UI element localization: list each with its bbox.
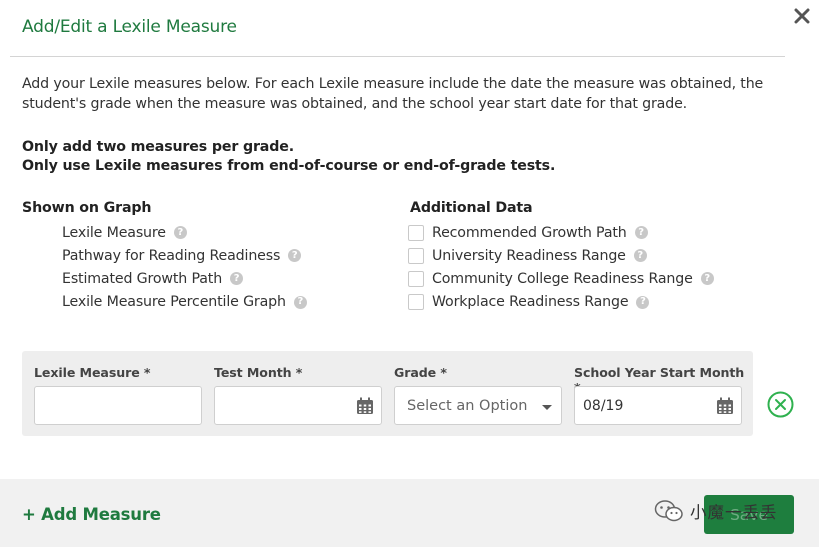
- grade-label: Grade *: [394, 365, 447, 380]
- help-icon[interactable]: ?: [636, 295, 650, 309]
- rule-end-of-course: Only use Lexile measures from end-of-cou…: [22, 158, 556, 174]
- watermark-text: 小魔一丢丢: [690, 503, 778, 522]
- graph-item-lexile-measure: Lexile Measure ?: [62, 221, 307, 244]
- help-icon[interactable]: ?: [288, 249, 302, 263]
- watermark: 小魔一丢丢: [654, 499, 778, 523]
- university-readiness-checkbox[interactable]: [408, 247, 424, 264]
- lexile-measure-field[interactable]: [34, 386, 202, 425]
- measure-entry-row: Lexile Measure * Test Month * Grade * Se…: [22, 351, 753, 436]
- recommended-growth-checkbox[interactable]: [408, 224, 424, 241]
- remove-measure-icon[interactable]: [767, 391, 794, 418]
- additional-data-list: Recommended Growth Path ? University Rea…: [408, 221, 714, 314]
- community-college-checkbox[interactable]: [408, 270, 424, 287]
- grade-select-value[interactable]: Select an Option: [395, 398, 561, 414]
- grade-select[interactable]: Select an Option: [394, 386, 562, 425]
- help-icon[interactable]: ?: [293, 295, 307, 309]
- calendar-icon[interactable]: [716, 397, 734, 415]
- additional-item-label[interactable]: Community College Readiness Range: [432, 271, 693, 287]
- lexile-measure-label: Lexile Measure *: [34, 365, 151, 380]
- shown-on-graph-list: Lexile Measure ? Pathway for Reading Rea…: [62, 221, 307, 314]
- help-icon[interactable]: ?: [633, 249, 647, 263]
- lexile-measure-input[interactable]: [35, 387, 201, 424]
- title-divider: [10, 56, 785, 57]
- additional-item-growth-path[interactable]: Recommended Growth Path ?: [408, 221, 714, 244]
- close-button[interactable]: [789, 3, 815, 29]
- calendar-icon[interactable]: [356, 397, 374, 415]
- additional-item-community-college[interactable]: Community College Readiness Range ?: [408, 267, 714, 290]
- graph-item-label: Lexile Measure Percentile Graph: [62, 294, 286, 311]
- additional-data-heading: Additional Data: [410, 200, 533, 216]
- add-measure-link[interactable]: + Add Measure: [22, 505, 161, 524]
- shown-on-graph-heading: Shown on Graph: [22, 200, 152, 216]
- graph-item-pathway: Pathway for Reading Readiness ?: [62, 244, 307, 267]
- help-icon[interactable]: ?: [634, 226, 648, 240]
- graph-item-label: Pathway for Reading Readiness: [62, 247, 281, 264]
- chevron-down-icon[interactable]: [542, 405, 552, 410]
- close-icon[interactable]: [794, 8, 810, 24]
- help-icon[interactable]: ?: [230, 272, 244, 286]
- additional-item-workplace[interactable]: Workplace Readiness Range ?: [408, 291, 714, 314]
- intro-text: Add your Lexile measures below. For each…: [22, 76, 764, 112]
- graph-item-label: Lexile Measure: [62, 224, 166, 241]
- graph-item-label: Estimated Growth Path: [62, 270, 223, 287]
- modal-footer: + Add Measure Save 小魔一丢丢: [0, 479, 819, 547]
- additional-item-label[interactable]: Workplace Readiness Range: [432, 294, 629, 310]
- test-month-field[interactable]: [214, 386, 382, 425]
- graph-item-percentile-graph: Lexile Measure Percentile Graph ?: [62, 291, 307, 314]
- help-icon[interactable]: ?: [173, 226, 187, 240]
- test-month-label: Test Month *: [214, 365, 303, 380]
- modal-title: Add/Edit a Lexile Measure: [22, 17, 237, 37]
- school-year-field[interactable]: [574, 386, 742, 425]
- workplace-readiness-checkbox[interactable]: [408, 294, 424, 311]
- help-icon[interactable]: ?: [700, 272, 714, 286]
- wechat-logo-icon: [654, 500, 683, 522]
- additional-item-label[interactable]: University Readiness Range: [432, 248, 626, 264]
- additional-item-university[interactable]: University Readiness Range ?: [408, 244, 714, 267]
- rule-two-per-grade: Only add two measures per grade.: [22, 139, 294, 155]
- graph-item-estimated-growth: Estimated Growth Path ?: [62, 267, 307, 290]
- additional-item-label[interactable]: Recommended Growth Path: [432, 225, 627, 241]
